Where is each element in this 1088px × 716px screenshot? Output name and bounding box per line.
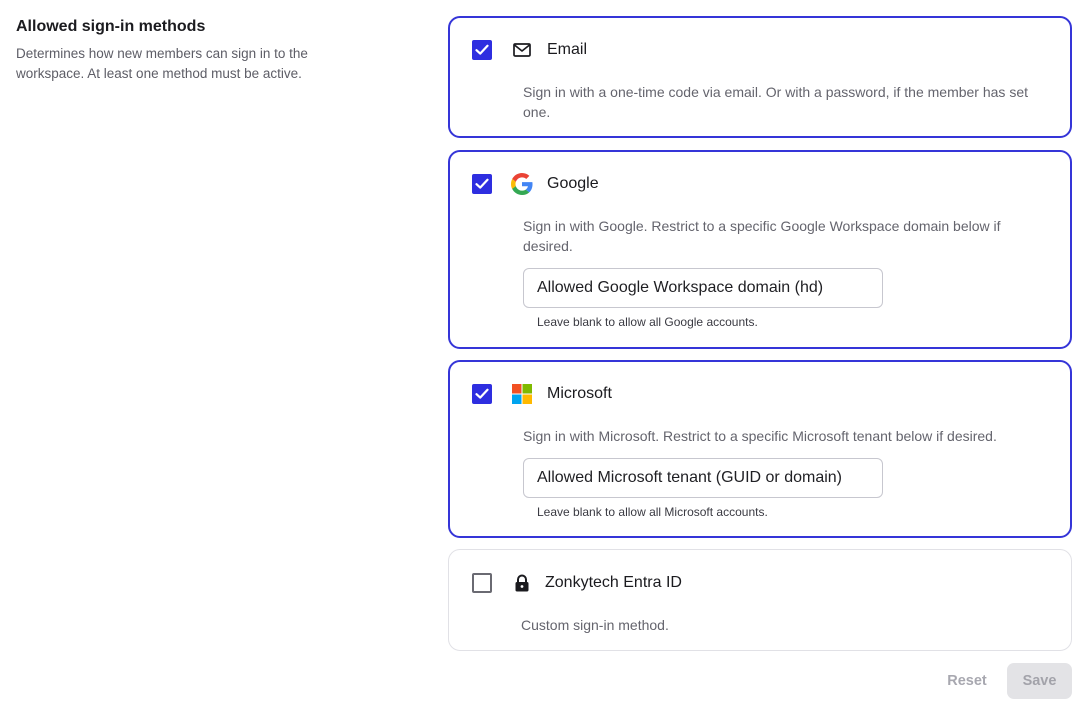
method-title: Email <box>547 41 588 58</box>
sign-in-methods-settings: Allowed sign-in methods Determines how n… <box>0 0 1088 716</box>
method-description: Sign in with Google. Restrict to a speci… <box>523 218 1001 254</box>
method-card-google[interactable]: Google Sign in with Google. Restrict to … <box>448 150 1072 349</box>
method-card-zonkytech-entra-id[interactable]: Zonkytech Entra ID Custom sign-in method… <box>448 549 1072 651</box>
method-description: Sign in with Microsoft. Restrict to a sp… <box>523 428 997 444</box>
method-title: Zonkytech Entra ID <box>545 574 682 591</box>
section-title: Allowed sign-in methods <box>16 18 206 35</box>
reset-button[interactable]: Reset <box>935 663 999 699</box>
method-description: Custom sign-in method. <box>521 617 669 633</box>
method-title: Microsoft <box>547 385 612 402</box>
section-description: Determines how new members can sign in t… <box>16 46 308 81</box>
method-description: Sign in with a one-time code via email. … <box>523 84 1028 120</box>
microsoft-logo-icon <box>511 383 533 405</box>
section-intro: Allowed sign-in methods Determines how n… <box>16 17 356 84</box>
microsoft-checkbox[interactable] <box>472 384 492 404</box>
mail-icon <box>511 39 533 61</box>
microsoft-tenant-input[interactable] <box>523 458 883 498</box>
save-button[interactable]: Save <box>1007 663 1072 699</box>
google-logo-icon <box>511 173 533 195</box>
google-domain-input[interactable] <box>523 268 883 308</box>
field-hint: Leave blank to allow all Google accounts… <box>537 315 758 329</box>
google-checkbox[interactable] <box>472 174 492 194</box>
lock-icon <box>511 572 533 594</box>
field-hint: Leave blank to allow all Microsoft accou… <box>537 505 768 519</box>
method-title: Google <box>547 175 599 192</box>
email-checkbox[interactable] <box>472 40 492 60</box>
zonkytech-checkbox[interactable] <box>472 573 492 593</box>
method-card-email[interactable]: Email Sign in with a one-time code via e… <box>448 16 1072 138</box>
method-card-microsoft[interactable]: Microsoft Sign in with Microsoft. Restri… <box>448 360 1072 538</box>
